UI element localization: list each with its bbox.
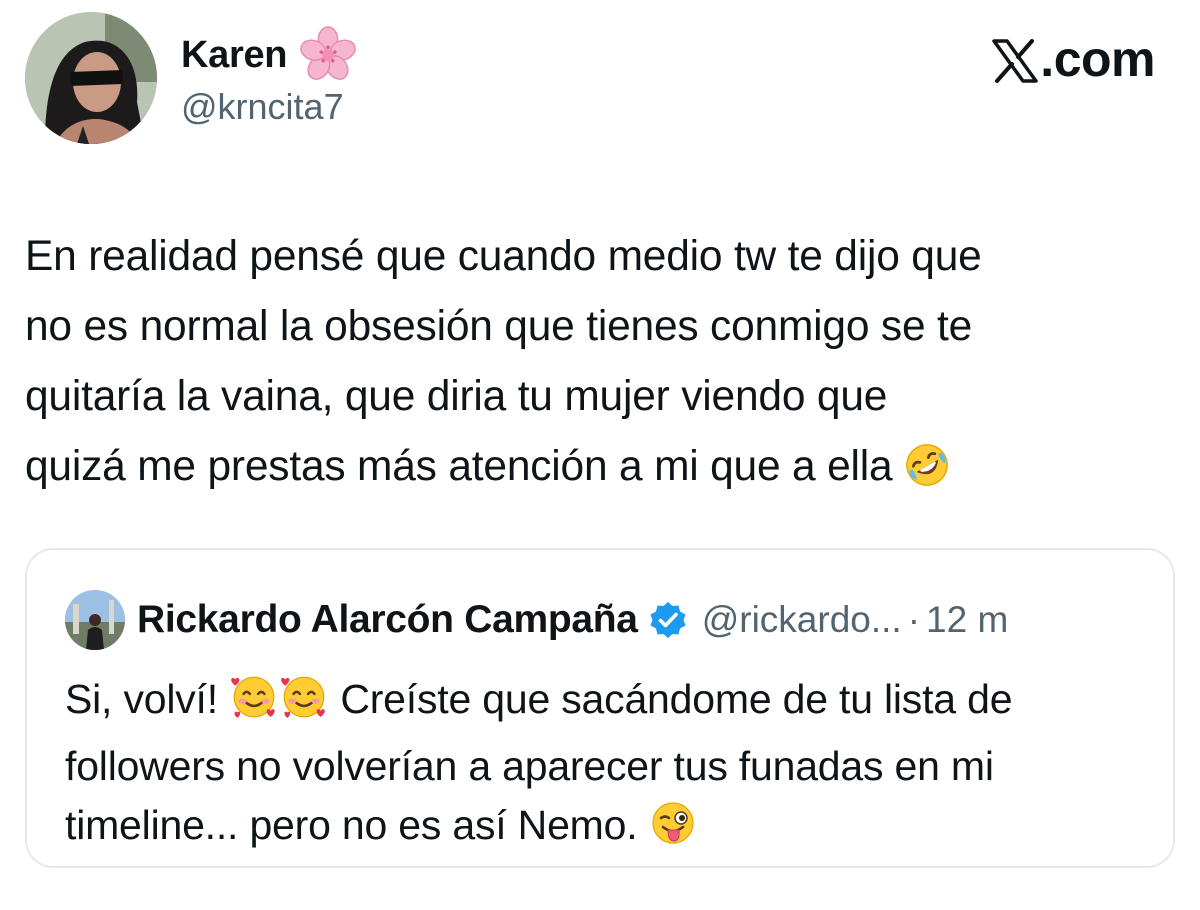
quoted-line: followers no volverían a aparecer tus fu… bbox=[65, 743, 994, 789]
cherry-blossom-icon bbox=[299, 26, 357, 84]
smiling-face-with-hearts-icon bbox=[229, 671, 279, 737]
quoted-tweet-card[interactable]: Rickardo Alarcón Campaña @rickardo... · … bbox=[25, 548, 1175, 868]
separator-dot: · bbox=[907, 599, 921, 640]
verified-badge-icon bbox=[648, 600, 688, 640]
author-avatar[interactable] bbox=[25, 12, 157, 144]
brand-watermark: .com bbox=[992, 30, 1155, 88]
brand-text: .com bbox=[1040, 31, 1155, 87]
tweet-text: En realidad pensé que cuando medio tw te… bbox=[25, 222, 1175, 510]
rolling-on-floor-laughing-icon bbox=[904, 440, 950, 510]
tweet-line: En realidad pensé que cuando medio tw te… bbox=[25, 233, 982, 280]
quoted-line-part: Si, volví! bbox=[65, 676, 230, 722]
author-name[interactable]: Karen bbox=[181, 26, 357, 84]
author-handle[interactable]: @krncita7 bbox=[181, 86, 344, 128]
x-logo-icon bbox=[992, 37, 1039, 83]
quoted-timestamp[interactable]: 12 m bbox=[926, 599, 1008, 641]
tweet-line: no es normal la obsesión que tienes conm… bbox=[25, 303, 973, 350]
quoted-line: Si, volví! Creíste que sacándome de tu l… bbox=[65, 670, 1145, 737]
quoted-line: timeline... pero no es así Nemo. bbox=[65, 796, 1145, 863]
quoted-author-handle[interactable]: @rickardo... bbox=[702, 599, 902, 641]
quoted-tweet-header: Rickardo Alarcón Campaña @rickardo... · … bbox=[65, 590, 1008, 650]
quoted-line-part: Creíste que sacándome de tu lista de bbox=[329, 676, 1013, 722]
tweet-line: quitaría la vaina, que diria tu mujer vi… bbox=[25, 373, 888, 420]
quoted-tweet-text: Si, volví! Creíste que sacándome de tu l… bbox=[65, 670, 1145, 863]
tweet-line-last: quizá me prestas más atención a mi que a… bbox=[25, 432, 1175, 510]
tweet-line: quizá me prestas más atención a mi que a… bbox=[25, 443, 905, 490]
tweet-screenshot: Karen @krncita7 .com En realidad pensé q… bbox=[0, 0, 1200, 910]
author-name-text: Karen bbox=[181, 33, 288, 76]
quoted-author-avatar[interactable] bbox=[65, 590, 125, 650]
quoted-line-part: timeline... pero no es así Nemo. bbox=[65, 802, 649, 848]
winking-face-with-tongue-icon bbox=[649, 799, 697, 863]
smiling-face-with-hearts-icon bbox=[279, 671, 329, 737]
quoted-author-name[interactable]: Rickardo Alarcón Campaña bbox=[137, 598, 638, 642]
